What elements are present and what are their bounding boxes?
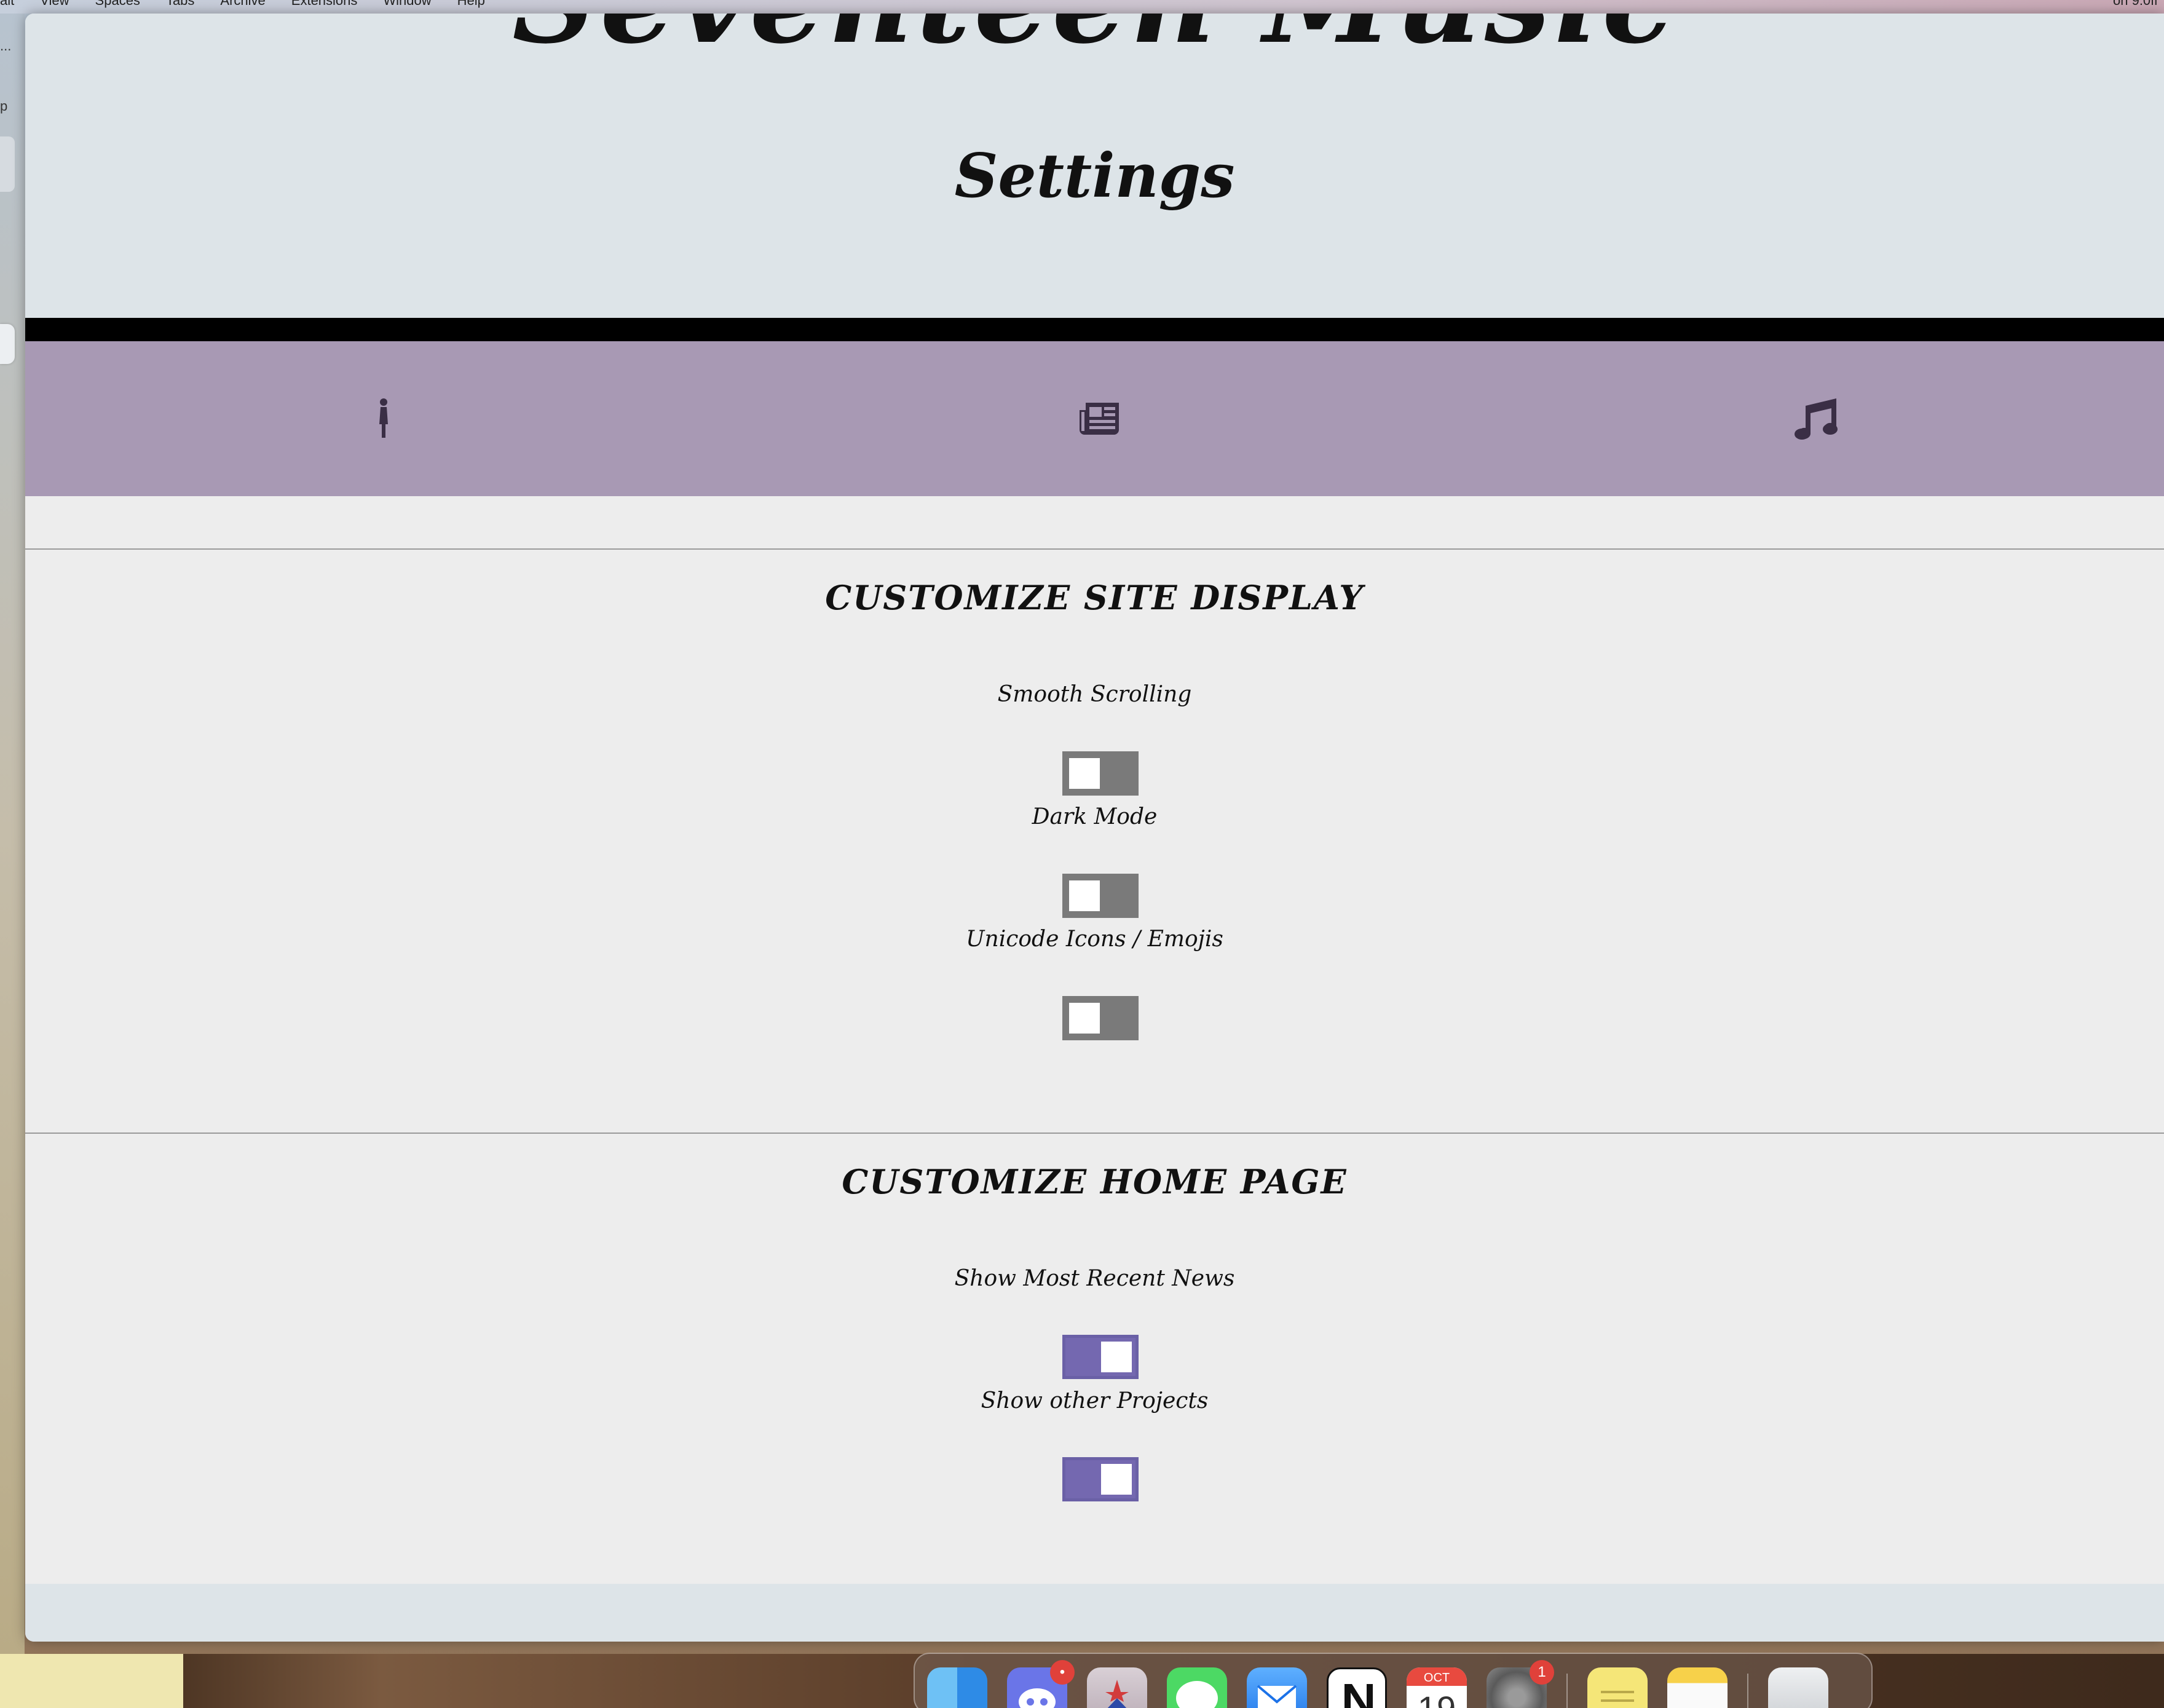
option-label-other-projects: Show other Projects — [981, 1388, 1209, 1413]
site-footer — [25, 1584, 2164, 1642]
section-divider — [25, 1133, 2164, 1134]
notification-badge: • — [1050, 1660, 1075, 1685]
dock: • OCT 19 1 — [914, 1653, 1873, 1708]
other-projects-toggle[interactable] — [1062, 1457, 1139, 1501]
notification-badge: 1 — [1530, 1660, 1554, 1685]
menu-item[interactable]: Extensions — [291, 0, 358, 9]
option-label-dark-mode: Dark Mode — [1032, 804, 1158, 829]
messages-glyph — [1176, 1681, 1218, 1708]
dock-separator — [1747, 1674, 1748, 1708]
notion-icon[interactable] — [1327, 1667, 1387, 1708]
menu-bar-items: alt View Spaces Tabs Archive Extensions … — [0, 0, 485, 9]
mail-glyph — [1257, 1685, 1297, 1708]
dark-mode-toggle[interactable] — [1062, 874, 1139, 918]
dock-item-discord: • — [1007, 1660, 1075, 1708]
menu-item[interactable]: alt — [0, 0, 14, 9]
section-divider — [25, 548, 2164, 550]
nav-item-music[interactable] — [1779, 341, 1853, 496]
toggle-knob — [1069, 1003, 1100, 1034]
stickies-glyph — [1601, 1691, 1634, 1708]
menu-item[interactable]: Archive — [220, 0, 265, 9]
window-text: ... — [0, 38, 12, 53]
status-item[interactable]: on 9:0ff — [2113, 0, 2158, 9]
finder-icon[interactable] — [927, 1667, 987, 1708]
section-title-display: CUSTOMIZE SITE DISPLAY — [825, 578, 1364, 617]
calendar-icon[interactable]: OCT 19 — [1407, 1667, 1467, 1708]
site-title: Seventeen Music — [25, 14, 2164, 63]
dock-separator — [1566, 1674, 1568, 1708]
section-title-home: CUSTOMIZE HOME PAGE — [842, 1162, 1348, 1201]
dock-item-system-settings: 1 — [1487, 1660, 1554, 1708]
toggle-knob — [1069, 880, 1100, 911]
toggle-knob — [1069, 758, 1100, 789]
desktop-sticky-note — [0, 1654, 183, 1708]
site-header: Seventeen Music Settings — [25, 14, 2164, 318]
stickies-icon[interactable] — [1587, 1667, 1648, 1708]
calendar-day: 19 — [1407, 1688, 1467, 1708]
header-divider — [25, 318, 2164, 341]
option-label-smooth-scrolling: Smooth Scrolling — [997, 682, 1192, 707]
notes-icon[interactable] — [1667, 1667, 1728, 1708]
calendar-month: OCT — [1423, 1671, 1450, 1685]
window-tab[interactable] — [0, 136, 15, 192]
messages-icon[interactable] — [1167, 1667, 1227, 1708]
newspaper-icon — [1080, 403, 1119, 435]
option-label-unicode-icons: Unicode Icons / Emojis — [966, 927, 1223, 952]
window-text: p — [0, 98, 8, 114]
menu-item[interactable]: Tabs — [166, 0, 194, 9]
toggle-knob — [1101, 1342, 1132, 1372]
option-label-recent-news: Show Most Recent News — [954, 1266, 1235, 1291]
menu-bar-status: on 9:0ff — [2113, 0, 2158, 9]
spark-icon[interactable] — [1087, 1667, 1147, 1708]
settings-content: CUSTOMIZE SITE DISPLAY Smooth Scrolling … — [25, 496, 2164, 1584]
spark-glyph — [1105, 1680, 1129, 1708]
unicode-icons-toggle[interactable] — [1062, 996, 1139, 1040]
menu-bar: alt View Spaces Tabs Archive Extensions … — [0, 0, 2164, 14]
menu-item[interactable]: View — [40, 0, 69, 9]
nav-item-news[interactable] — [1063, 341, 1137, 496]
nav-item-about[interactable] — [347, 341, 421, 496]
window-tab[interactable] — [0, 324, 15, 364]
smooth-scrolling-toggle[interactable] — [1062, 751, 1139, 796]
browser-window: Seventeen Music Settings — [25, 14, 2164, 1642]
music-note-icon — [1795, 398, 1838, 440]
toggle-knob — [1101, 1464, 1132, 1495]
background-window: ... p — [0, 14, 25, 1655]
site-nav — [25, 341, 2164, 496]
person-icon — [379, 398, 388, 438]
mail-icon[interactable] — [1247, 1667, 1307, 1708]
menu-item[interactable]: Spaces — [95, 0, 140, 9]
menu-item[interactable]: Window — [383, 0, 431, 9]
trash-icon[interactable] — [1768, 1667, 1828, 1708]
menu-item[interactable]: Help — [457, 0, 485, 9]
page-title: Settings — [954, 141, 1235, 212]
recent-news-toggle[interactable] — [1062, 1335, 1139, 1379]
notion-glyph — [1345, 1684, 1373, 1708]
